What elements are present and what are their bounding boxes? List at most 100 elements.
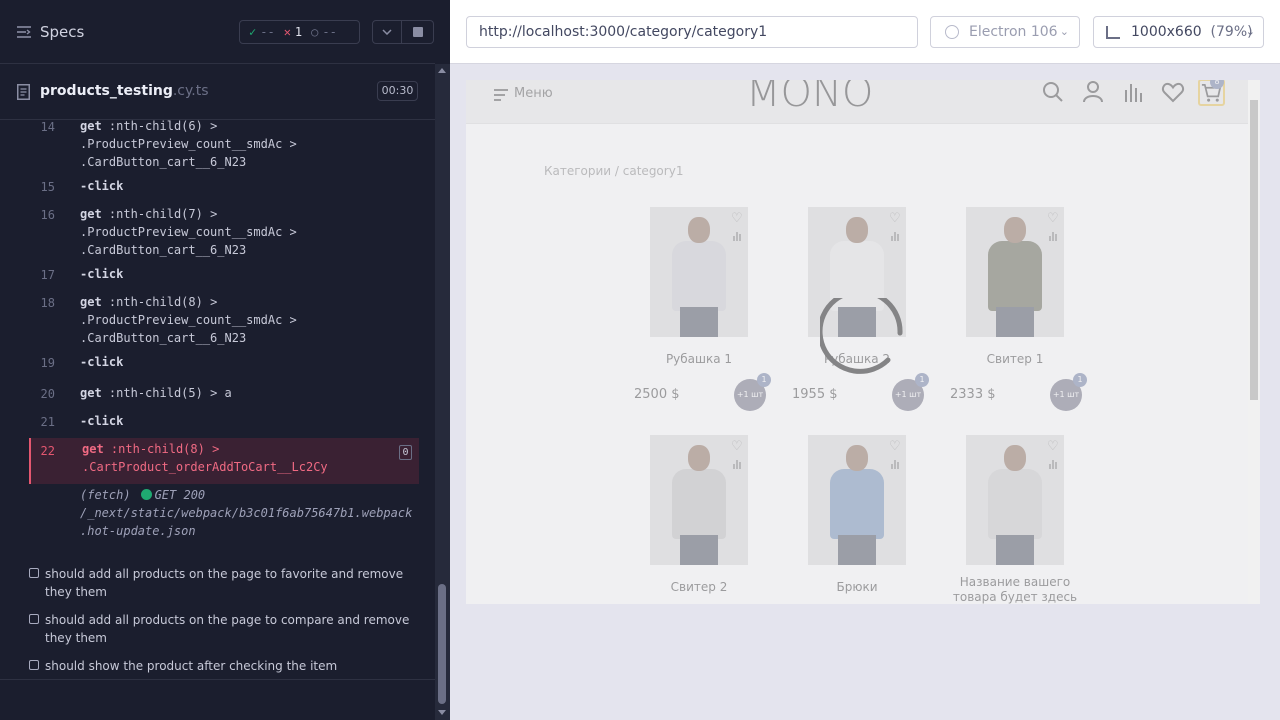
- menu-icon: [494, 89, 508, 104]
- command-text: -click: [80, 412, 410, 430]
- command-row[interactable]: 18 get :nth-child(8) > .ProductPreview_cou…: [29, 293, 419, 356]
- viewport-selector[interactable]: 1000x660 (79%) ⌄: [1093, 16, 1264, 48]
- app-scroll-thumb[interactable]: [1250, 100, 1258, 400]
- product-image[interactable]: [650, 435, 748, 565]
- specs-label[interactable]: Specs: [40, 23, 84, 41]
- site-header: Меню MONO 8: [466, 80, 1248, 124]
- spec-header: products_testing.cy.ts 00:30: [0, 64, 435, 120]
- command-log: 14 get :nth-child(6) > .ProductPreview_cou…: [29, 119, 419, 548]
- fetch-status: GET 200: [154, 488, 206, 502]
- cart-qty-badge: 1: [1073, 373, 1087, 387]
- favorite-heart-icon[interactable]: ♡: [889, 439, 901, 454]
- product-image[interactable]: [650, 207, 748, 337]
- favorite-heart-icon[interactable]: ♡: [1047, 211, 1059, 226]
- compare-icon[interactable]: [1049, 231, 1058, 241]
- command-name: -click: [80, 267, 124, 281]
- compare-icon[interactable]: [891, 459, 900, 469]
- product-name[interactable]: Рубашка 1: [634, 352, 764, 367]
- stop-button[interactable]: [402, 20, 434, 44]
- product-card[interactable]: ♡ Свитер 2: [634, 435, 784, 604]
- command-selector: .CardButton_cart__6_N23: [80, 243, 247, 257]
- scroll-down-icon[interactable]: [438, 710, 446, 715]
- compare-icon[interactable]: [1121, 80, 1145, 104]
- product-name[interactable]: Название вашего товара будет здесь: [950, 575, 1080, 604]
- favorite-heart-icon[interactable]: ♡: [889, 211, 901, 226]
- command-row[interactable]: 16 get :nth-child(7) > .ProductPreview_cou…: [29, 205, 419, 268]
- collapse-button[interactable]: [372, 20, 402, 44]
- user-icon[interactable]: [1081, 80, 1105, 104]
- command-number: 19: [40, 356, 55, 370]
- command-selector: .CardButton_cart__6_N23: [80, 155, 247, 169]
- command-number: 18: [40, 296, 55, 310]
- spec-duration: 00:30: [377, 81, 418, 101]
- product-image[interactable]: [966, 435, 1064, 565]
- product-price: 2500 $: [634, 387, 680, 402]
- loading-spinner-icon: [820, 298, 903, 374]
- menu-label: Меню: [514, 86, 553, 101]
- compare-icon[interactable]: [891, 231, 900, 241]
- compare-icon[interactable]: [733, 459, 742, 469]
- favorite-heart-icon[interactable]: ♡: [1047, 439, 1059, 454]
- search-icon[interactable]: [1041, 80, 1065, 104]
- test-stats: ✓ -- ✕ 1 ○ --: [239, 20, 360, 44]
- test-title: should add all products on the page to f…: [45, 567, 404, 599]
- command-row[interactable]: 19 -click: [29, 355, 419, 384]
- product-name[interactable]: Брюки: [792, 580, 922, 595]
- product-card[interactable]: ♡ Рубашка 1 2500 $ +1 шт 1: [634, 207, 784, 417]
- product-card[interactable]: ♡ Свитер 1 2333 $ +1 шт 1: [950, 207, 1100, 417]
- command-name: -click: [80, 179, 124, 193]
- scroll-thumb[interactable]: [438, 584, 446, 704]
- command-log-scrollbar[interactable]: [435, 64, 450, 720]
- command-selector: .ProductPreview_count__smdAc >: [80, 137, 297, 151]
- passed-count: --: [260, 25, 275, 39]
- breadcrumb[interactable]: Категории / category1: [544, 164, 683, 178]
- product-image[interactable]: [808, 435, 906, 565]
- product-image[interactable]: [966, 207, 1064, 337]
- cart-qty-badge: 1: [915, 373, 929, 387]
- spec-file-ext: .cy.ts: [172, 83, 209, 99]
- specs-list-icon[interactable]: [17, 25, 31, 39]
- command-number: 20: [40, 387, 55, 401]
- product-name[interactable]: Свитер 1: [950, 352, 1080, 367]
- command-count-badge: 0: [399, 445, 412, 460]
- cart-qty-badge: 1: [757, 373, 771, 387]
- compare-icon[interactable]: [1049, 459, 1058, 469]
- command-text: get :nth-child(8) > .ProductPreview_count…: [80, 293, 410, 347]
- favorite-heart-icon[interactable]: ♡: [731, 439, 743, 454]
- compare-icon[interactable]: [733, 231, 742, 241]
- test-title: should add all products on the page to c…: [45, 613, 410, 645]
- command-row[interactable]: 17 -click: [29, 267, 419, 296]
- command-row[interactable]: 14 get :nth-child(6) > .ProductPreview_cou…: [29, 119, 419, 180]
- product-card[interactable]: ♡ Название вашего товара будет здесь: [950, 435, 1100, 604]
- check-icon: ✓: [249, 25, 257, 39]
- heart-icon[interactable]: [1161, 80, 1185, 104]
- command-selector: :nth-child(5) > a: [108, 386, 232, 400]
- command-row[interactable]: 20 get :nth-child(5) > a: [29, 386, 419, 415]
- command-number: 21: [40, 415, 55, 429]
- command-text: get :nth-child(7) > .ProductPreview_count…: [80, 205, 410, 259]
- command-number: 17: [40, 268, 55, 282]
- browser-selector[interactable]: Electron 106 ⌄: [930, 16, 1080, 48]
- favorite-heart-icon[interactable]: ♡: [731, 211, 743, 226]
- command-name: get: [80, 295, 102, 309]
- viewport-icon: [1106, 26, 1120, 39]
- product-card[interactable]: ♡ Брюки: [792, 435, 942, 604]
- command-row[interactable]: 15 -click: [29, 177, 419, 208]
- command-row[interactable]: 22 get :nth-child(8) > .CartProduct_orderA…: [29, 438, 419, 484]
- fetch-log-text: (fetch) GET 200 /_next/static/webpack/b3c0…: [80, 486, 420, 540]
- pending-count: --: [322, 25, 337, 39]
- command-row[interactable]: 21 -click: [29, 412, 419, 438]
- site-logo[interactable]: MONO: [746, 80, 896, 116]
- chevron-down-icon: ⌄: [1059, 25, 1069, 38]
- app-scrollbar[interactable]: [1248, 80, 1260, 604]
- app-iframe: Меню MONO 8 Категории / category1 ♡ Рубаш…: [466, 80, 1260, 604]
- scroll-up-icon[interactable]: [438, 68, 446, 73]
- url-bar[interactable]: http://localhost:3000/category/category1: [466, 16, 918, 48]
- fetch-log-row[interactable]: (fetch) GET 200 /_next/static/webpack/b3c0…: [29, 486, 419, 546]
- file-icon: [17, 84, 30, 100]
- command-name: get: [80, 207, 102, 221]
- command-text: -click: [80, 177, 410, 195]
- product-name[interactable]: Свитер 2: [634, 580, 764, 595]
- viewport-label: 1000x660 (79%): [1131, 17, 1253, 47]
- command-selector: .ProductPreview_count__smdAc >: [80, 313, 297, 327]
